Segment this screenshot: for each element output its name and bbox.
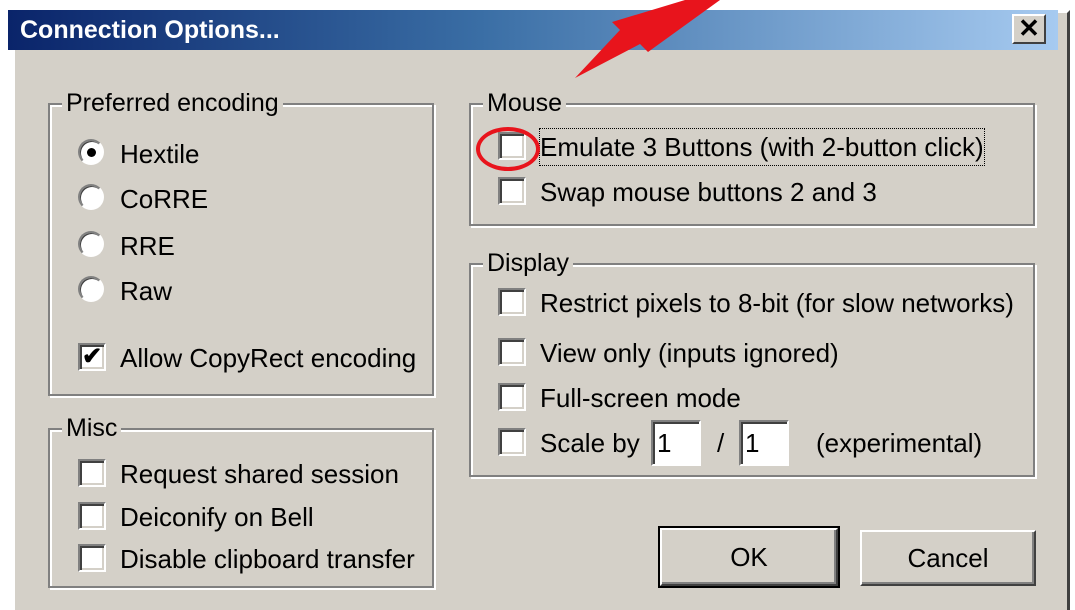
annotation-arrow-icon — [575, 0, 720, 78]
